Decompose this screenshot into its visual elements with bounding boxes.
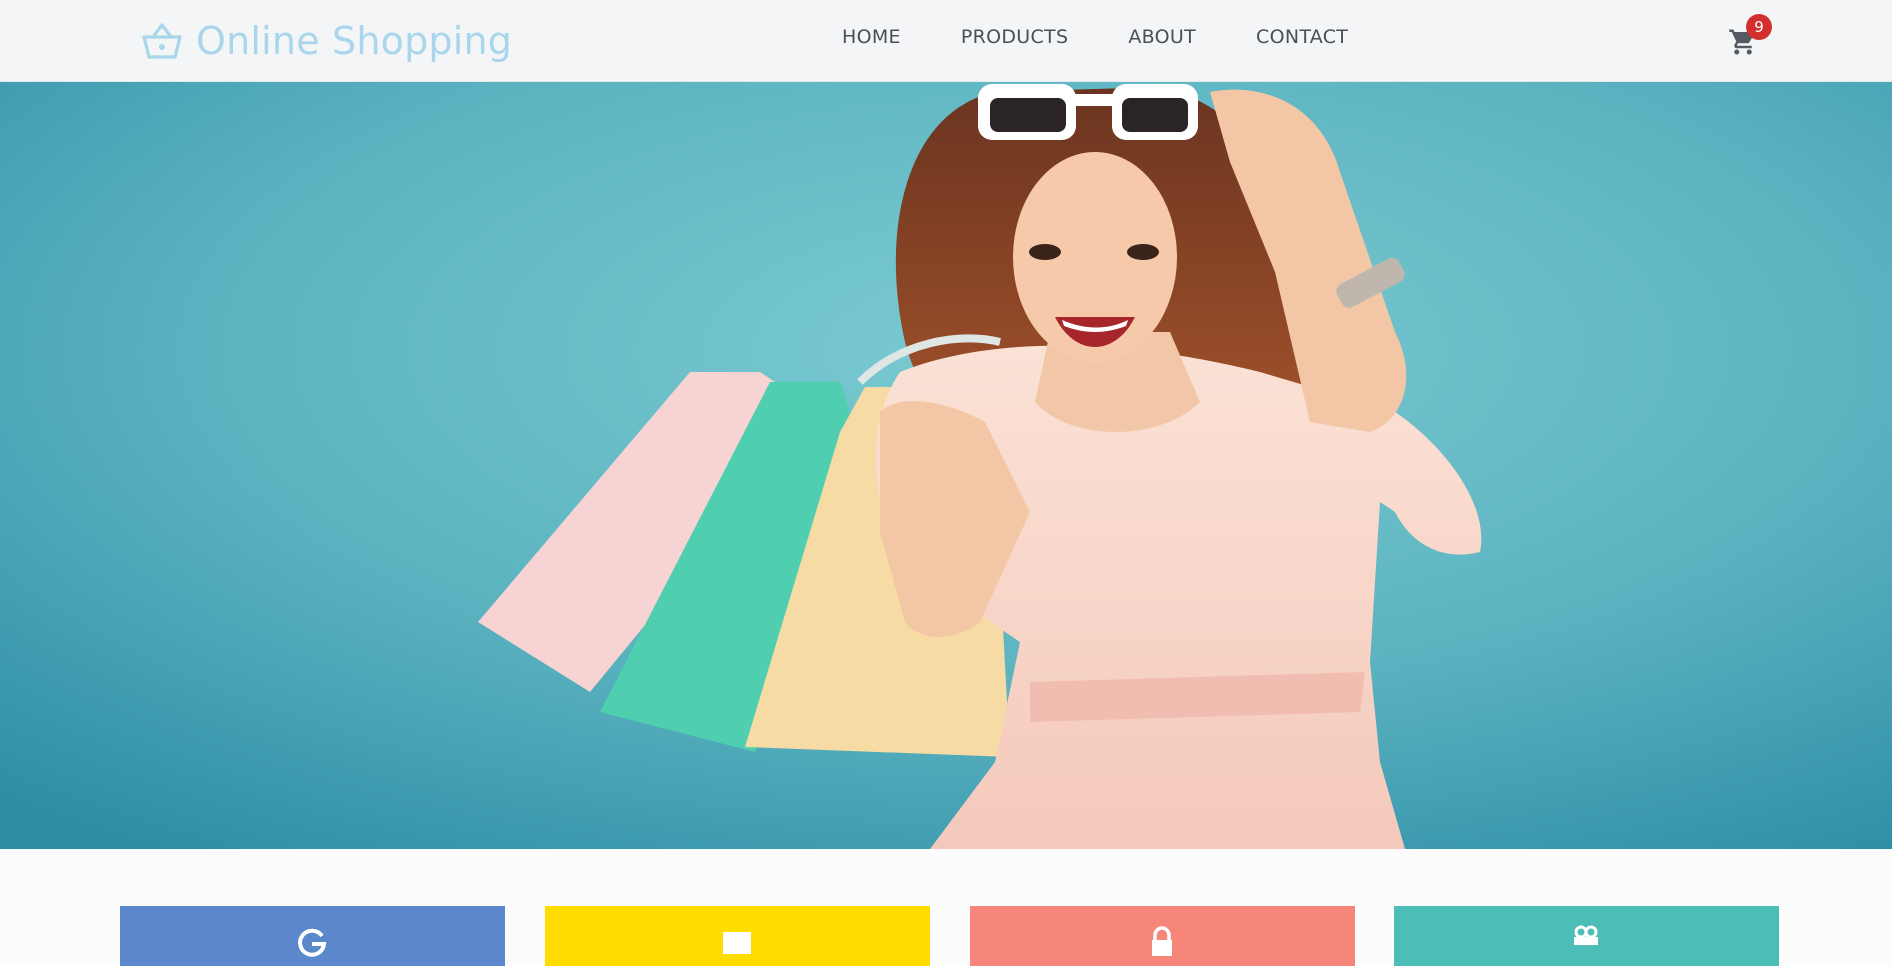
nav-item-contact[interactable]: CONTACT xyxy=(1256,26,1348,48)
nav-item-about[interactable]: ABOUT xyxy=(1128,26,1196,48)
hero-banner xyxy=(0,82,1892,849)
category-strip xyxy=(0,849,1892,966)
google-icon xyxy=(292,922,332,962)
cart-count-badge: 9 xyxy=(1746,14,1772,40)
basket-icon xyxy=(140,19,184,63)
hero-image xyxy=(0,82,1892,849)
gift-icon xyxy=(1566,922,1606,962)
folder-icon xyxy=(717,922,757,962)
category-tile-1[interactable] xyxy=(120,906,505,966)
main-nav: HOME PRODUCTS ABOUT CONTACT xyxy=(842,26,1348,48)
category-tile-4[interactable] xyxy=(1394,906,1779,966)
navbar: Online Shopping HOME PRODUCTS ABOUT CONT… xyxy=(0,0,1892,82)
nav-item-home[interactable]: HOME xyxy=(842,26,901,48)
brand-logo-link[interactable]: Online Shopping xyxy=(140,16,512,66)
category-tile-3[interactable] xyxy=(970,906,1355,966)
lock-icon xyxy=(1142,922,1182,962)
category-tile-2[interactable] xyxy=(545,906,930,966)
cart-button[interactable]: 9 xyxy=(1728,14,1772,64)
brand-name: Online Shopping xyxy=(196,19,513,63)
nav-item-products[interactable]: PRODUCTS xyxy=(961,26,1068,48)
